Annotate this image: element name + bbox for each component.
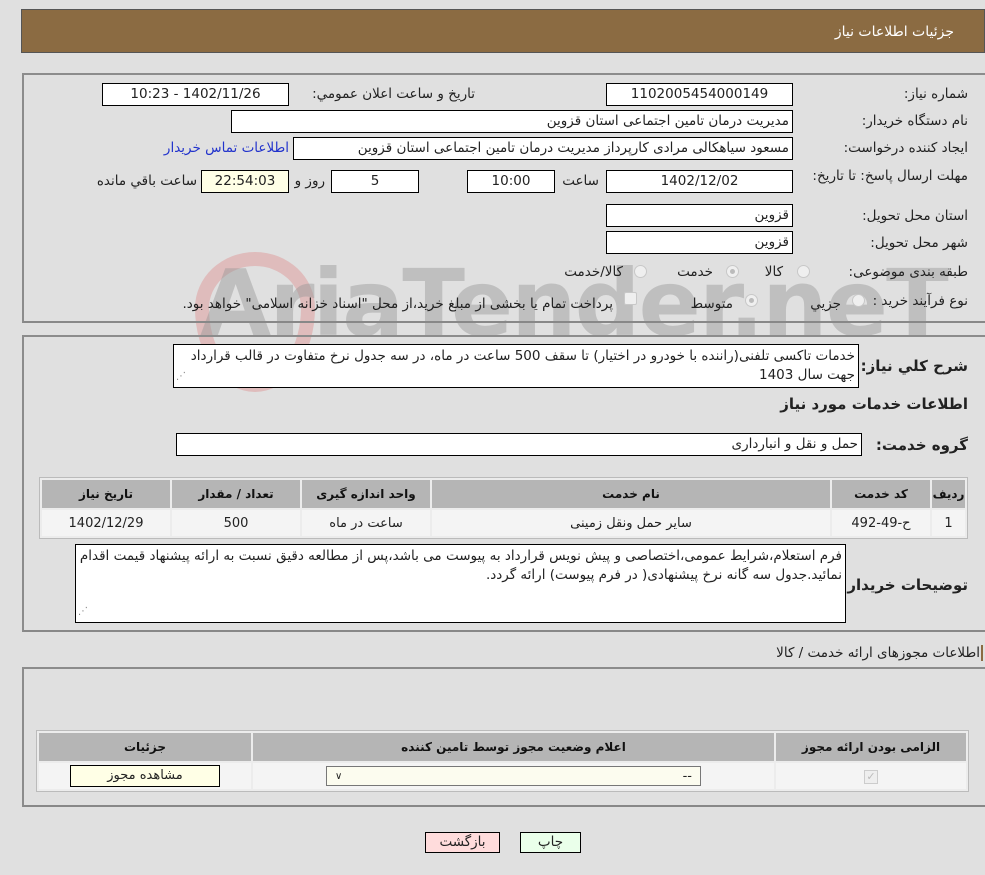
description-textarea[interactable]: خدمات تاکسی تلفنی(راننده با خودرو در اخت… (173, 344, 859, 388)
process-option-minor: جزيي (810, 296, 841, 312)
process-radio-medium[interactable] (745, 294, 758, 307)
treasury-checkbox[interactable] (624, 292, 637, 305)
permit-required-checkbox[interactable]: ✓ (864, 769, 878, 784)
service-group-field: حمل و نقل و انبارداری (176, 433, 862, 456)
permit-status-select[interactable]: -- ∨ (326, 766, 701, 786)
col-quantity: تعداد / مقدار (172, 480, 300, 508)
remaining-label: ساعت باقي مانده (96, 173, 197, 189)
remaining-time-field: 22:54:03 (201, 170, 289, 193)
buyer-org-label: نام دستگاه خریدار: (861, 113, 968, 129)
print-button[interactable]: چاپ (520, 832, 581, 853)
chevron-down-icon: ∨ (335, 770, 343, 782)
col-permit-required: الزامی بودن ارائه مجوز (776, 733, 966, 761)
days-label: روز و (294, 173, 325, 189)
table-row: 1 ح-49-492 سایر حمل ونقل زمینی ساعت در م… (42, 510, 965, 536)
service-group-label: گروه خدمت: (875, 436, 968, 454)
city-field: قزوین (606, 231, 793, 254)
deadline-date-field: 1402/12/02 (606, 170, 793, 193)
permits-table-header: الزامی بودن ارائه مجوز اعلام وضعیت مجوز … (39, 733, 966, 761)
process-option-medium: متوسط (690, 296, 733, 312)
permits-table: الزامی بودن ارائه مجوز اعلام وضعیت مجوز … (36, 730, 969, 792)
need-number-label: شماره نیاز: (903, 86, 968, 102)
province-label: استان محل تحویل: (862, 208, 968, 224)
back-button[interactable]: بازگشت (425, 832, 500, 853)
buyer-org-field: مدیریت درمان تامین اجتماعی استان قزوین (231, 110, 793, 133)
cell-need-date: 1402/12/29 (42, 510, 170, 536)
col-permit-status: اعلام وضعیت مجوز توسط تامین کننده (253, 733, 774, 761)
col-unit: واحد اندازه گیری (302, 480, 430, 508)
permit-status-value: -- (682, 768, 692, 784)
view-permit-button[interactable]: مشاهده مجوز (70, 765, 220, 787)
table-row: ✓ -- ∨ مشاهده مجوز (39, 763, 966, 789)
col-need-date: تاریخ نیاز (42, 480, 170, 508)
category-radio-goods-service[interactable] (634, 265, 647, 278)
days-field: 5 (331, 170, 419, 193)
buyer-notes-label: توضیحات خریدار: (841, 576, 968, 594)
col-service-code: کد خدمت (832, 480, 930, 508)
col-details: جزئیات (39, 733, 251, 761)
category-option-goods-service: کالا/خدمت (564, 264, 623, 280)
need-number-field: 1102005454000149 (606, 83, 793, 106)
description-label: شرح کلي نیاز: (860, 357, 968, 375)
permits-section-title: اطلاعات مجوزهای ارائه خدمت / کالا (776, 645, 983, 661)
process-radio-minor[interactable] (852, 294, 865, 307)
process-label: نوع فرآیند خرید : (872, 293, 968, 309)
cell-quantity: 500 (172, 510, 300, 536)
category-option-service: خدمت (677, 264, 713, 280)
cell-row: 1 (932, 510, 965, 536)
category-option-goods: کالا (764, 264, 783, 280)
page-header: جزئیات اطلاعات نیاز (21, 9, 985, 53)
col-row: ردیف (932, 480, 965, 508)
cell-permit-status: -- ∨ (253, 763, 774, 789)
buyer-notes-text: فرم استعلام،شرایط عمومی،اختصاصی و پیش نو… (79, 548, 842, 583)
services-table: ردیف کد خدمت نام خدمت واحد اندازه گیری ت… (39, 477, 968, 539)
cell-unit: ساعت در ماه (302, 510, 430, 536)
buyer-notes-textarea[interactable]: فرم استعلام،شرایط عمومی،اختصاصی و پیش نو… (75, 544, 846, 623)
category-radio-goods[interactable] (797, 265, 810, 278)
treasury-note: پرداخت تمام یا بخشی از مبلغ خرید،از محل … (182, 296, 613, 312)
deadline-time-field: 10:00 (467, 170, 555, 193)
category-radio-service[interactable] (726, 265, 739, 278)
col-service-name: نام خدمت (432, 480, 830, 508)
announce-label: تاریخ و ساعت اعلان عمومي: (312, 86, 475, 102)
province-field: قزوین (606, 204, 793, 227)
announce-datetime-field: 1402/11/26 - 10:23 (102, 83, 289, 106)
page-title: جزئیات اطلاعات نیاز (834, 24, 954, 40)
buyer-contact-link[interactable]: اطلاعات تماس خریدار (164, 140, 289, 156)
cell-permit-required: ✓ (776, 763, 966, 789)
creator-label: ایجاد کننده درخواست: (843, 140, 968, 156)
cell-service-code: ح-49-492 (832, 510, 930, 536)
description-text: خدمات تاکسی تلفنی(راننده با خودرو در اخت… (190, 348, 855, 383)
city-label: شهر محل تحویل: (870, 235, 968, 251)
services-table-header: ردیف کد خدمت نام خدمت واحد اندازه گیری ت… (42, 480, 965, 508)
resize-grip-icon[interactable]: ⋰ (78, 602, 88, 621)
time-label: ساعت (562, 173, 599, 189)
creator-field: مسعود سیاهکالی مرادی کارپرداز مدیریت درم… (293, 137, 793, 160)
cell-details: مشاهده مجوز (39, 763, 251, 789)
services-section-title: اطلاعات خدمات مورد نیاز (780, 395, 968, 413)
category-label: طبقه بندی موضوعی: (848, 264, 968, 280)
cell-service-name: سایر حمل ونقل زمینی (432, 510, 830, 536)
deadline-label: مهلت ارسال پاسخ: تا تاریخ: (812, 168, 968, 184)
resize-grip-icon[interactable]: ⋰ (176, 367, 186, 386)
